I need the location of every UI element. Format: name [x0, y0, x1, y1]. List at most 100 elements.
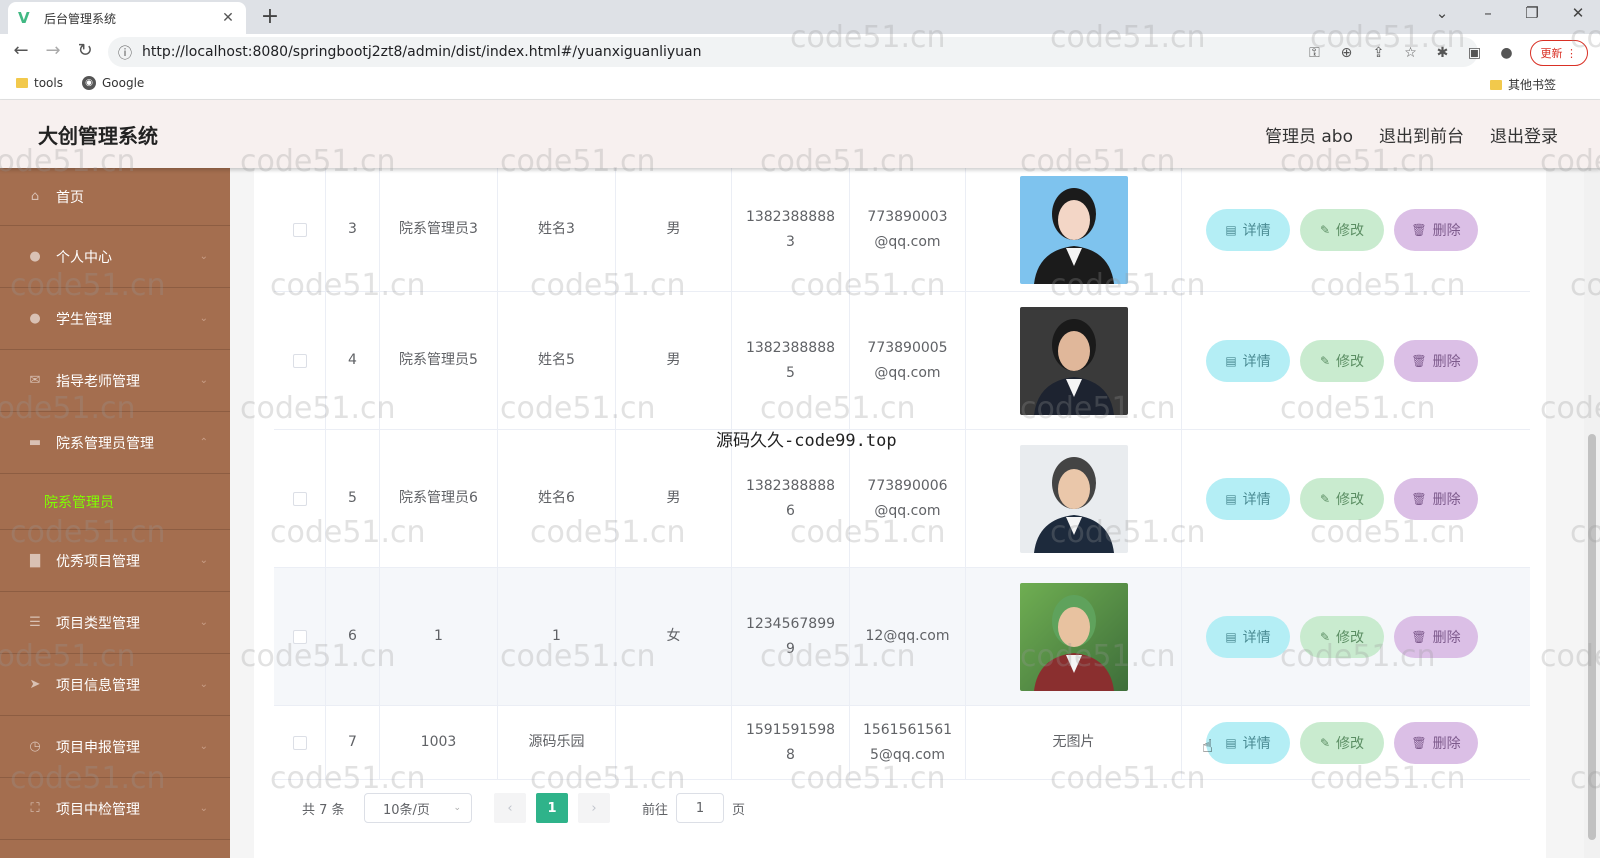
- other-bookmarks[interactable]: 其他书签: [1490, 76, 1556, 93]
- row-name: 1: [552, 628, 561, 644]
- chevron-down-icon: ⌄: [199, 741, 208, 752]
- row-index: 6: [348, 628, 357, 644]
- email-line: @qq.com: [874, 502, 941, 519]
- avatar-photo[interactable]: [1019, 175, 1128, 284]
- row-account: 院系管理员3: [399, 221, 478, 237]
- row-checkbox[interactable]: [292, 491, 307, 506]
- new-tab-icon[interactable]: +: [258, 4, 282, 29]
- reload-icon[interactable]: ↻: [74, 40, 96, 61]
- bookmark-google[interactable]: ◉ Google: [82, 76, 144, 90]
- sidebar-item-project-types[interactable]: ☰ 项目类型管理 ⌄: [0, 592, 230, 654]
- sidebar-item-home[interactable]: ⌂ 首页: [0, 168, 230, 226]
- delete-button[interactable]: 🗑 删除: [1394, 478, 1478, 520]
- detail-button[interactable]: ▤ 详情: [1206, 478, 1290, 520]
- update-button[interactable]: 更新 ⋮: [1529, 40, 1588, 66]
- edit-button[interactable]: ✎ 修改: [1300, 209, 1384, 251]
- sidebar-item-personal-center[interactable]: ● 个人中心 ⌄: [0, 226, 230, 288]
- sidebar-item-department-admins[interactable]: ▬ 院系管理员管理 ⌃: [0, 412, 230, 474]
- page-size-select[interactable]: 10条/页 ⌄: [364, 793, 472, 823]
- page-number-current[interactable]: 1: [536, 793, 568, 823]
- sidebar-subitem-department-admin[interactable]: 院系管理员: [0, 474, 230, 530]
- sidebar-item-teachers[interactable]: ✉ 指导老师管理 ⌄: [0, 350, 230, 412]
- pencil-icon: ✎: [1319, 630, 1331, 644]
- edit-button[interactable]: ✎ 修改: [1300, 478, 1384, 520]
- key-icon[interactable]: ⚿: [1306, 45, 1324, 61]
- sidebar-item-project-info[interactable]: ➤ 项目信息管理 ⌄: [0, 654, 230, 716]
- briefcase-icon: ▇: [30, 553, 40, 568]
- email-cell: 1561561561 5@qq.com: [850, 706, 966, 779]
- detail-button[interactable]: ▤ 详情: [1206, 209, 1290, 251]
- bookmark-tools[interactable]: tools: [16, 76, 63, 90]
- prev-page-button[interactable]: ‹: [494, 793, 526, 823]
- edit-button[interactable]: ✎ 修改: [1300, 722, 1384, 764]
- avatar-illustration: [1033, 318, 1114, 415]
- edit-button[interactable]: ✎ 修改: [1300, 340, 1384, 382]
- row-select-cell: [274, 292, 326, 429]
- detail-button-label: 详情: [1242, 354, 1271, 370]
- row-name: 源码乐园: [528, 734, 585, 750]
- index-cell: 3: [326, 168, 380, 291]
- minimize-icon[interactable]: –: [1478, 4, 1498, 22]
- avatar-photo[interactable]: [1019, 444, 1128, 553]
- sidebar-item-excellent-projects[interactable]: ▇ 优秀项目管理 ⌄: [0, 530, 230, 592]
- close-icon[interactable]: ✕: [220, 10, 236, 26]
- browser-tab[interactable]: V 后台管理系统 ✕: [8, 2, 246, 34]
- back-to-frontend-link[interactable]: 退出到前台: [1379, 122, 1464, 147]
- share-icon[interactable]: ⇪: [1370, 45, 1388, 61]
- chevron-down-icon[interactable]: ⌄: [1432, 4, 1452, 22]
- account-cell: 院系管理员6: [380, 430, 498, 567]
- delete-button[interactable]: 🗑 删除: [1394, 209, 1478, 251]
- sidebar-item-midterm-check[interactable]: ⛶ 项目中检管理 ⌄: [0, 778, 230, 840]
- info-icon[interactable]: ⓘ: [118, 43, 132, 63]
- zoom-icon[interactable]: ⊕: [1338, 45, 1356, 61]
- forward-icon[interactable]: →: [42, 40, 64, 61]
- delete-button[interactable]: 🗑 删除: [1394, 722, 1478, 764]
- window-close-icon[interactable]: ✕: [1568, 4, 1588, 22]
- vertical-scrollbar[interactable]: [1584, 168, 1600, 858]
- sidebar-item-project-declaration[interactable]: ◷ 项目申报管理 ⌄: [0, 716, 230, 778]
- url-text: http://localhost:8080/springbootj2zt8/ad…: [142, 44, 702, 60]
- page-size-value: 10条/页: [383, 802, 430, 818]
- app-title: 大创管理系统: [38, 124, 158, 148]
- sidebar-item-students[interactable]: ● 学生管理 ⌄: [0, 288, 230, 350]
- trash-icon: 🗑: [1411, 492, 1427, 506]
- header-links: 管理员 abo 退出到前台 退出登录: [1265, 122, 1558, 147]
- scrollbar-thumb[interactable]: [1588, 434, 1596, 840]
- detail-button[interactable]: ▤ 详情: [1206, 340, 1290, 382]
- avatar-photo[interactable]: [1019, 306, 1128, 415]
- detail-button[interactable]: ▤ 详情: [1206, 616, 1290, 658]
- row-select-cell: [274, 706, 326, 779]
- edit-button[interactable]: ✎ 修改: [1300, 616, 1384, 658]
- detail-button[interactable]: ▤ 详情: [1206, 722, 1290, 764]
- avatar-illustration: [1033, 456, 1114, 553]
- puzzle-icon[interactable]: ✱: [1434, 45, 1452, 61]
- email-line: @qq.com: [874, 364, 941, 381]
- next-page-button[interactable]: ›: [578, 793, 610, 823]
- row-checkbox[interactable]: [292, 735, 307, 750]
- avatar-photo[interactable]: [1019, 582, 1128, 691]
- restore-icon[interactable]: ❐: [1522, 4, 1542, 22]
- name-cell: 姓名6: [498, 430, 616, 567]
- phone-cell: 1382388888 5: [732, 292, 850, 429]
- phone-cell: 1591591598 8: [732, 706, 850, 779]
- row-checkbox[interactable]: [292, 353, 307, 368]
- row-select-cell: [274, 168, 326, 291]
- chevron-down-icon: ⌄: [453, 803, 461, 813]
- address-bar[interactable]: ⓘ http://localhost:8080/springbootj2zt8/…: [108, 37, 1478, 67]
- row-checkbox[interactable]: [292, 629, 307, 644]
- delete-button[interactable]: 🗑 删除: [1394, 340, 1478, 382]
- logout-link[interactable]: 退出登录: [1490, 122, 1558, 147]
- delete-button[interactable]: 🗑 删除: [1394, 616, 1478, 658]
- delete-button-label: 删除: [1432, 492, 1461, 508]
- sidepanel-icon[interactable]: ▣: [1466, 45, 1484, 61]
- vue-logo-icon: V: [18, 9, 30, 27]
- table-row: 5 院系管理员6 姓名6 男 1382388888 6 773890006 @qq.com ▤…: [274, 430, 1530, 568]
- row-checkbox[interactable]: [292, 222, 307, 237]
- goto-page-input[interactable]: 1: [676, 793, 725, 823]
- document-icon: ▤: [1225, 223, 1237, 237]
- profile-icon[interactable]: ●: [1498, 45, 1516, 61]
- gender-cell: 男: [616, 430, 732, 567]
- star-icon[interactable]: ☆: [1402, 45, 1420, 61]
- sidebar-item-label: 指导老师管理: [56, 373, 140, 390]
- back-icon[interactable]: ←: [10, 40, 32, 61]
